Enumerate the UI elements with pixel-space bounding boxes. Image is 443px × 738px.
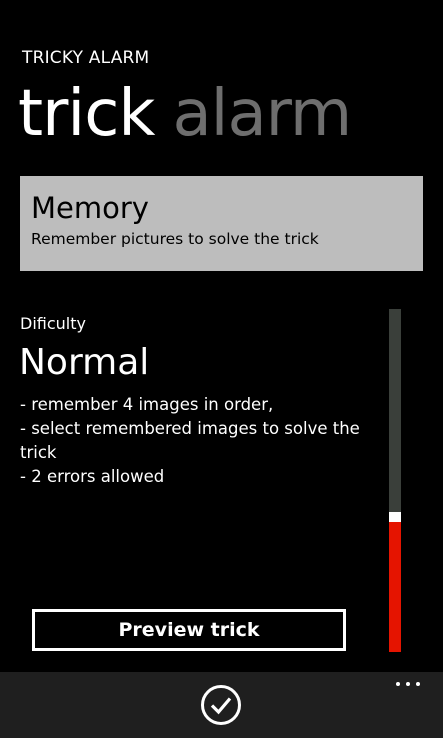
app-bar [0,672,443,738]
difficulty-slider[interactable] [389,309,401,652]
app-title: TRICKY ALARM [22,48,150,68]
difficulty-details: - remember 4 images in order, - select r… [20,393,372,489]
tab-alarm[interactable]: alarm [172,74,352,154]
check-circle-icon[interactable] [200,684,242,726]
trick-type-title: Memory [31,191,149,225]
ellipsis-icon[interactable] [396,678,422,690]
difficulty-detail-line: - remember 4 images in order, [20,395,274,414]
difficulty-value: Normal [19,342,150,383]
trick-type-card[interactable]: Memory Remember pictures to solve the tr… [20,176,423,271]
difficulty-detail-line: - 2 errors allowed [20,467,165,486]
difficulty-label: Dificulty [20,314,86,333]
difficulty-detail-line: - select remembered images to solve the … [20,419,360,462]
difficulty-slider-fill [389,522,401,652]
trick-type-description: Remember pictures to solve the trick [31,230,319,248]
preview-trick-button[interactable]: Preview trick [32,609,346,651]
pivot-header: trick alarm [18,74,369,154]
difficulty-slider-thumb[interactable] [389,512,401,522]
tab-trick[interactable]: trick [18,74,155,154]
